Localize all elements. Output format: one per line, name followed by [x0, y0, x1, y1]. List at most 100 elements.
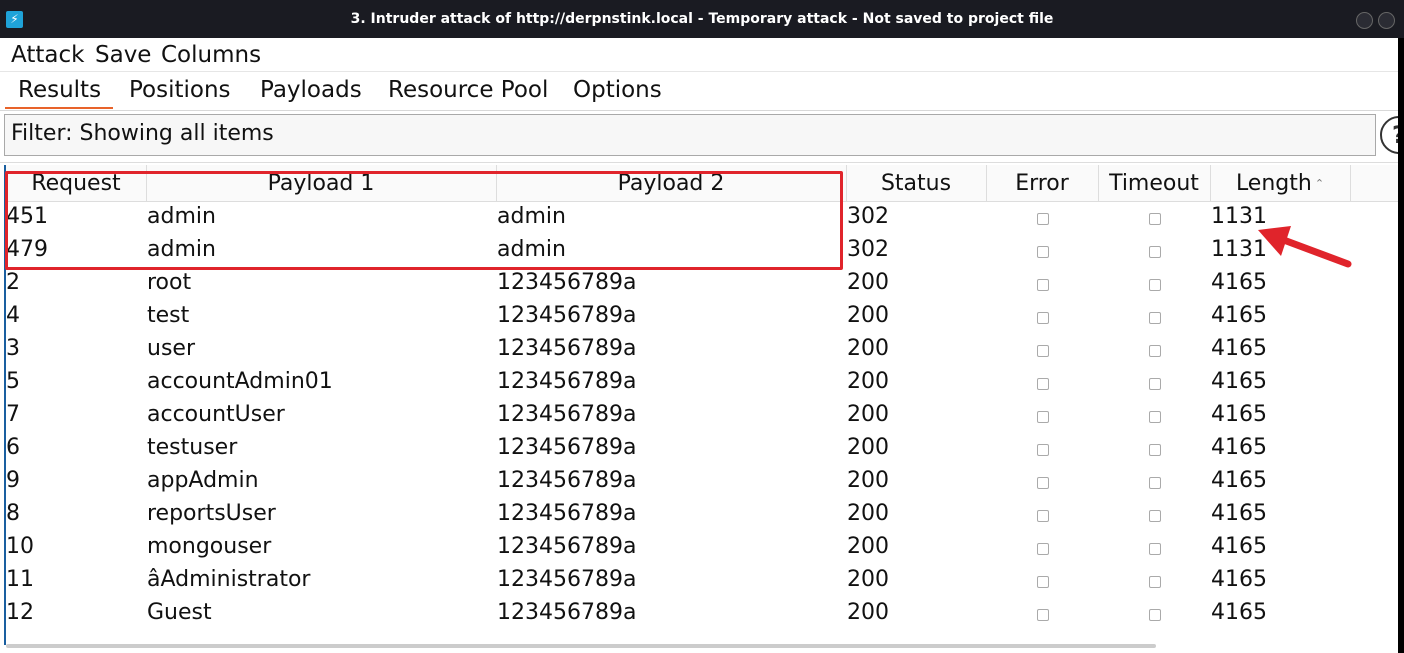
- error-checkbox: [1037, 246, 1049, 258]
- cell-payload2: 123456789a: [497, 600, 637, 625]
- cell-status: 302: [847, 237, 889, 262]
- cell-payload2: 123456789a: [497, 567, 637, 592]
- sort-ascending-icon: ⌃: [1314, 177, 1325, 190]
- timeout-checkbox: [1149, 279, 1161, 291]
- cell-length: 4165: [1211, 501, 1267, 526]
- cell-request: 8: [6, 501, 20, 526]
- cell-request: 7: [6, 402, 20, 427]
- cell-payload1: user: [147, 336, 195, 361]
- table-row[interactable]: 4 test 123456789a 200 4165: [6, 301, 1400, 334]
- error-checkbox: [1037, 312, 1049, 324]
- cell-payload2: 123456789a: [497, 402, 637, 427]
- cell-payload1: accountAdmin01: [147, 369, 333, 394]
- cell-status: 200: [847, 600, 889, 625]
- cell-payload2: 123456789a: [497, 534, 637, 559]
- window-edge: [1398, 38, 1404, 653]
- cell-length: 4165: [1211, 468, 1267, 493]
- separator: [0, 162, 1398, 163]
- timeout-checkbox: [1149, 444, 1161, 456]
- cell-length: 4165: [1211, 336, 1267, 361]
- menu-bar: Attack Save Columns: [0, 38, 1398, 72]
- table-row[interactable]: 6 testuser 123456789a 200 4165: [6, 433, 1400, 466]
- menu-attack[interactable]: Attack: [11, 42, 84, 68]
- timeout-checkbox: [1149, 510, 1161, 522]
- annotation-highlight-box: [5, 171, 843, 270]
- cell-request: 9: [6, 468, 20, 493]
- timeout-checkbox: [1149, 378, 1161, 390]
- cell-request: 10: [6, 534, 34, 559]
- error-checkbox: [1037, 510, 1049, 522]
- filter-bar[interactable]: Filter: Showing all items: [4, 114, 1376, 156]
- cell-status: 302: [847, 204, 889, 229]
- error-checkbox: [1037, 444, 1049, 456]
- cell-payload2: 123456789a: [497, 369, 637, 394]
- timeout-checkbox: [1149, 609, 1161, 621]
- error-checkbox: [1037, 543, 1049, 555]
- cell-status: 200: [847, 336, 889, 361]
- title-bar: ⚡ 3. Intruder attack of http://derpnstin…: [0, 0, 1404, 38]
- table-row[interactable]: 9 appAdmin 123456789a 200 4165: [6, 466, 1400, 499]
- cell-length: 4165: [1211, 435, 1267, 460]
- cell-request: 12: [6, 600, 34, 625]
- cell-request: 5: [6, 369, 20, 394]
- cell-status: 200: [847, 303, 889, 328]
- maximize-button[interactable]: [1378, 12, 1395, 29]
- cell-length: 4165: [1211, 303, 1267, 328]
- tab-results[interactable]: Results: [18, 77, 101, 103]
- cell-payload1: âAdministrator: [147, 567, 311, 592]
- error-checkbox: [1037, 378, 1049, 390]
- col-header-error[interactable]: Error: [986, 165, 1099, 201]
- table-row[interactable]: 12 Guest 123456789a 200 4165: [6, 598, 1400, 631]
- cell-length: 4165: [1211, 567, 1267, 592]
- col-header-length[interactable]: Length ⌃: [1210, 165, 1351, 201]
- table-row[interactable]: 11 âAdministrator 123456789a 200 4165: [6, 565, 1400, 598]
- timeout-checkbox: [1149, 345, 1161, 357]
- col-header-status[interactable]: Status: [846, 165, 987, 201]
- cell-payload2: 123456789a: [497, 303, 637, 328]
- table-row[interactable]: 3 user 123456789a 200 4165: [6, 334, 1400, 367]
- active-tab-indicator: [5, 107, 113, 109]
- error-checkbox: [1037, 477, 1049, 489]
- timeout-checkbox: [1149, 246, 1161, 258]
- tab-positions[interactable]: Positions: [129, 77, 231, 103]
- cell-length: 4165: [1211, 369, 1267, 394]
- menu-columns[interactable]: Columns: [161, 42, 261, 68]
- table-row[interactable]: 8 reportsUser 123456789a 200 4165: [6, 499, 1400, 532]
- cell-payload2: 123456789a: [497, 336, 637, 361]
- tab-options[interactable]: Options: [573, 77, 662, 103]
- cell-status: 200: [847, 402, 889, 427]
- error-checkbox: [1037, 213, 1049, 225]
- cell-payload2: 123456789a: [497, 270, 637, 295]
- table-row[interactable]: 7 accountUser 123456789a 200 4165: [6, 400, 1400, 433]
- timeout-checkbox: [1149, 411, 1161, 423]
- tab-resource-pool[interactable]: Resource Pool: [388, 77, 548, 103]
- cell-payload2: 123456789a: [497, 501, 637, 526]
- filter-text: Filter: Showing all items: [11, 121, 274, 146]
- timeout-checkbox: [1149, 213, 1161, 225]
- cell-status: 200: [847, 369, 889, 394]
- cell-payload1: reportsUser: [147, 501, 276, 526]
- cell-payload1: mongouser: [147, 534, 272, 559]
- annotation-arrow-icon: [1258, 226, 1352, 268]
- timeout-checkbox: [1149, 543, 1161, 555]
- cell-payload1: test: [147, 303, 190, 328]
- table-row[interactable]: 2 root 123456789a 200 4165: [6, 268, 1400, 301]
- menu-save[interactable]: Save: [95, 42, 151, 68]
- minimize-button[interactable]: [1356, 12, 1373, 29]
- cell-length: 4165: [1211, 600, 1267, 625]
- cell-status: 200: [847, 435, 889, 460]
- cell-payload2: 123456789a: [497, 435, 637, 460]
- cell-request: 6: [6, 435, 20, 460]
- table-row[interactable]: 5 accountAdmin01 123456789a 200 4165: [6, 367, 1400, 400]
- error-checkbox: [1037, 576, 1049, 588]
- tab-payloads[interactable]: Payloads: [260, 77, 362, 103]
- cell-payload1: testuser: [147, 435, 238, 460]
- cell-status: 200: [847, 270, 889, 295]
- cell-status: 200: [847, 501, 889, 526]
- intruder-attack-window: Attack Save Columns Results Positions Pa…: [0, 38, 1404, 653]
- error-checkbox: [1037, 411, 1049, 423]
- cell-length: 4165: [1211, 270, 1267, 295]
- table-row[interactable]: 10 mongouser 123456789a 200 4165: [6, 532, 1400, 565]
- horizontal-scrollbar[interactable]: [6, 644, 1156, 648]
- col-header-timeout[interactable]: Timeout: [1098, 165, 1211, 201]
